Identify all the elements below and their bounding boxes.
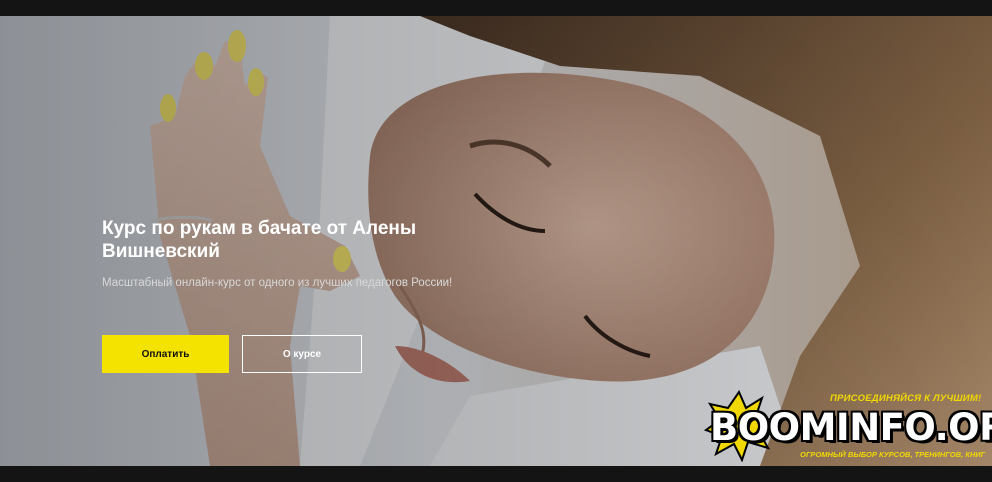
top-bar <box>0 0 992 16</box>
watermark-tagline-top: ПРИСОЕДИНЯЙСЯ К ЛУЧШИМ! <box>830 393 982 404</box>
watermark-logo: ПРИСОЕДИНЯЙСЯ К ЛУЧШИМ! BOOMINFO.ORG ОГР… <box>700 388 992 466</box>
hero-subtitle: Масштабный онлайн-курс от одного из лучш… <box>102 277 453 289</box>
watermark-logo-text: BOOMINFO.ORG <box>710 406 992 449</box>
watermark-tagline-bottom: ОГРОМНЫЙ ВЫБОР КУРСОВ, ТРЕНИНГОВ, КНИГ <box>800 450 986 459</box>
about-course-button[interactable]: О курсе <box>242 335 362 373</box>
pay-button[interactable]: Оплатить <box>102 335 229 373</box>
hero-title: Курс по рукам в бачате от Алены Вишневск… <box>102 218 417 262</box>
bottom-bar <box>0 466 992 482</box>
